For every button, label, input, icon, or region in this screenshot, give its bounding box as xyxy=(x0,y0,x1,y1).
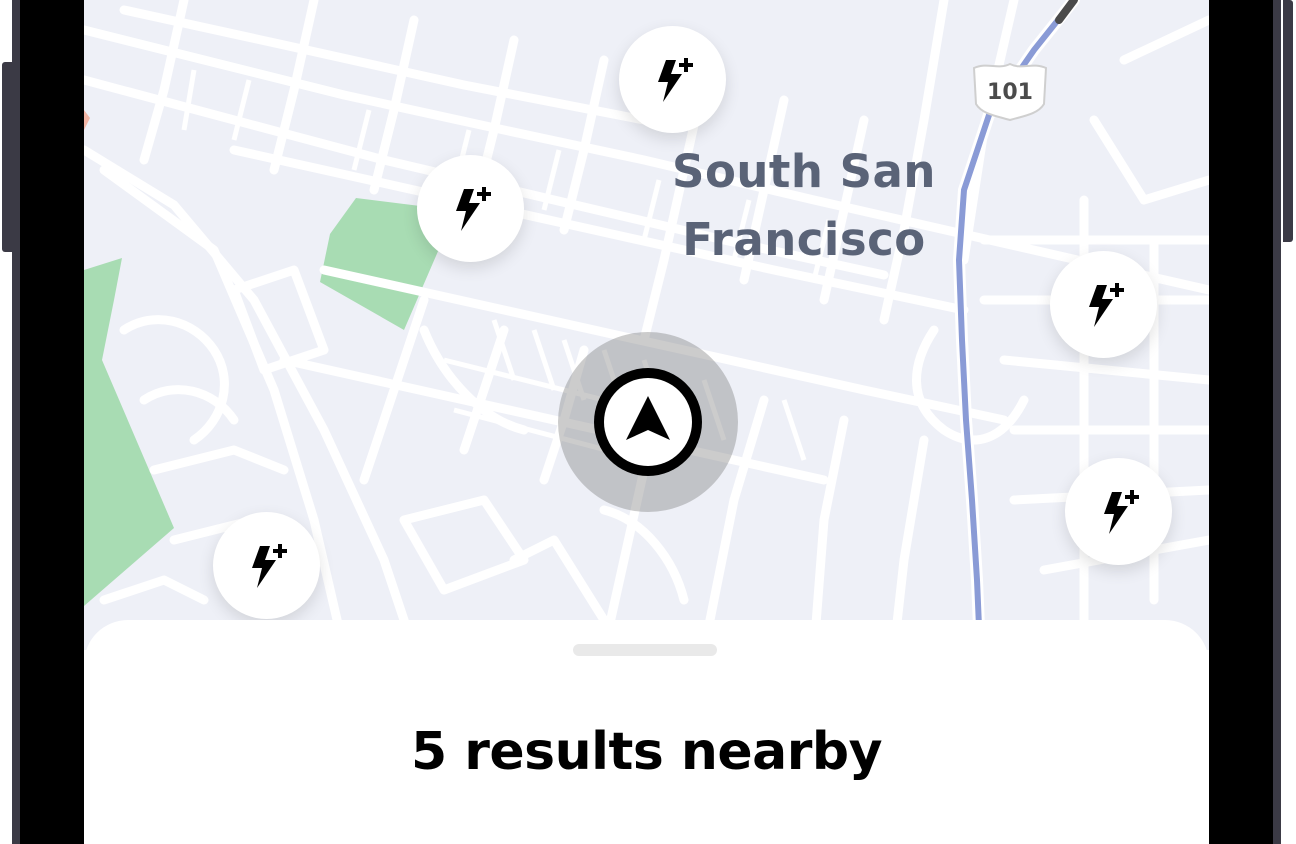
city-label-line1: South San xyxy=(672,145,936,198)
highway-number: 101 xyxy=(987,80,1033,105)
bolt-plus-icon xyxy=(1104,490,1139,534)
bolt-plus-icon xyxy=(658,58,693,102)
charger-pin[interactable] xyxy=(1065,458,1172,565)
map-view[interactable]: South San Francisco 101 xyxy=(84,0,1209,650)
charger-pin[interactable] xyxy=(619,26,726,133)
bolt-plus-icon xyxy=(252,544,287,588)
bolt-plus-icon xyxy=(1089,283,1124,327)
app-screen: South San Francisco 101 5 results nearby xyxy=(0,0,1296,844)
phone-bezel-left xyxy=(12,0,84,844)
phone-side-button-left xyxy=(2,62,12,252)
results-count-title: 5 results nearby xyxy=(410,722,883,782)
results-bottom-sheet[interactable]: 5 results nearby xyxy=(84,620,1209,844)
highway-shield: 101 xyxy=(968,60,1052,124)
city-label: South San Francisco xyxy=(644,138,964,274)
sheet-drag-handle[interactable] xyxy=(573,644,717,656)
charger-pin[interactable] xyxy=(417,155,524,262)
charger-pin[interactable] xyxy=(1050,251,1157,358)
phone-bezel-right xyxy=(1209,0,1281,844)
city-label-line2: Francisco xyxy=(682,213,926,266)
navigation-arrow-icon xyxy=(626,396,670,440)
current-location-marker[interactable] xyxy=(594,368,702,476)
charger-pin[interactable] xyxy=(213,512,320,619)
bolt-plus-icon xyxy=(456,187,491,231)
phone-side-button-right xyxy=(1283,0,1293,242)
